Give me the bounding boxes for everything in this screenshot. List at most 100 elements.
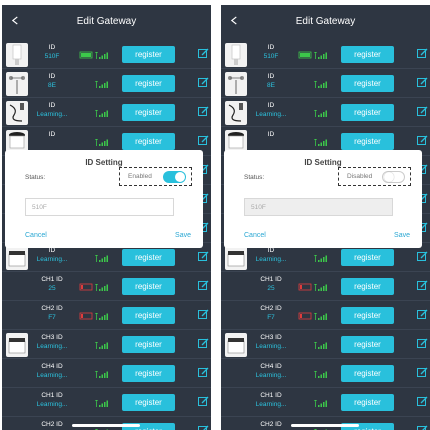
- cancel-button[interactable]: Cancel: [25, 232, 47, 239]
- cancel-button[interactable]: Cancel: [244, 232, 266, 239]
- register-button[interactable]: register: [341, 307, 394, 324]
- device-id-value: Learning...: [255, 256, 287, 263]
- device-id: CH2 ID: [29, 420, 75, 429]
- register-button[interactable]: register: [122, 133, 175, 150]
- battery-signal-icon: [79, 312, 108, 320]
- id-input: 510F: [244, 198, 393, 216]
- register-button[interactable]: register: [122, 394, 175, 411]
- register-button[interactable]: register: [341, 75, 394, 92]
- device-id-value: 510F: [263, 53, 279, 60]
- device-id-label: CH1 ID: [41, 392, 63, 399]
- edit-icon[interactable]: [198, 77, 209, 88]
- register-button[interactable]: register: [122, 307, 175, 324]
- status-switch[interactable]: [163, 171, 186, 183]
- sensor-thumbnail: [6, 43, 28, 67]
- battery-signal-icon: [79, 51, 108, 59]
- register-button[interactable]: register: [122, 46, 175, 63]
- device-row: CH1 ID 25 register: [2, 272, 211, 301]
- edit-icon[interactable]: [417, 251, 428, 262]
- edit-icon[interactable]: [198, 135, 209, 146]
- device-id-label: ID: [48, 44, 56, 51]
- edit-icon[interactable]: [198, 251, 209, 262]
- register-button[interactable]: register: [341, 394, 394, 411]
- battery-signal-icon: [79, 283, 108, 291]
- edit-icon[interactable]: [198, 309, 209, 320]
- register-button[interactable]: register: [122, 278, 175, 295]
- edit-icon[interactable]: [198, 280, 209, 291]
- edit-icon[interactable]: [417, 280, 428, 291]
- edit-icon[interactable]: [417, 135, 428, 146]
- page-title: Edit Gateway: [295, 16, 356, 27]
- edit-icon[interactable]: [198, 425, 209, 430]
- edit-icon[interactable]: [417, 425, 428, 430]
- device-id-value: Learning...: [36, 256, 68, 263]
- device-row: ID 510F register: [221, 40, 430, 69]
- sensor-thumbnail: [6, 246, 28, 270]
- edit-icon[interactable]: [417, 48, 428, 59]
- register-button[interactable]: register: [122, 249, 175, 266]
- device-row: ID 8E register: [221, 69, 430, 98]
- save-button[interactable]: Save: [175, 232, 191, 239]
- edit-icon[interactable]: [417, 338, 428, 349]
- device-id: CH3 ID Learning...: [248, 333, 294, 352]
- register-button[interactable]: register: [122, 336, 175, 353]
- save-button[interactable]: Save: [394, 232, 410, 239]
- sensor-thumbnail: [225, 246, 247, 270]
- switch-knob: [384, 172, 394, 182]
- register-button[interactable]: register: [122, 365, 175, 382]
- switch-knob: [175, 172, 185, 182]
- edit-icon[interactable]: [198, 48, 209, 59]
- device-id: ID Learning...: [248, 246, 294, 265]
- device-id-label: CH3 ID: [260, 334, 282, 341]
- register-button[interactable]: register: [341, 249, 394, 266]
- register-button[interactable]: register: [341, 278, 394, 295]
- device-id-label: ID: [267, 102, 275, 109]
- device-id: CH2 ID: [248, 420, 294, 429]
- edit-icon[interactable]: [417, 309, 428, 320]
- battery-signal-icon: [298, 312, 327, 320]
- status-toggle-text: Enabled: [128, 173, 152, 180]
- register-button[interactable]: register: [341, 133, 394, 150]
- device-id-value: Learning...: [255, 401, 287, 408]
- register-button[interactable]: register: [341, 365, 394, 382]
- id-input[interactable]: 510F: [25, 198, 174, 216]
- id-setting-dialog: ID Setting Status: Disabled 510F Cancel …: [224, 150, 422, 248]
- device-id: ID 8E: [29, 72, 75, 91]
- device-id-value: 25: [48, 285, 56, 292]
- edit-icon[interactable]: [417, 367, 428, 378]
- sensor-thumbnail: [6, 101, 28, 125]
- status-label: Status:: [25, 174, 46, 181]
- register-button[interactable]: register: [341, 46, 394, 63]
- device-id-label: CH1 ID: [260, 392, 282, 399]
- register-button[interactable]: register: [341, 104, 394, 121]
- device-id-label: ID: [267, 131, 275, 138]
- edit-icon[interactable]: [198, 396, 209, 407]
- device-id-value: Learning...: [255, 343, 287, 350]
- header: Edit Gateway: [221, 5, 430, 38]
- device-id-label: ID: [267, 44, 275, 51]
- register-button[interactable]: register: [122, 75, 175, 92]
- device-id-label: ID: [267, 73, 275, 80]
- device-id: CH1 ID 25: [29, 275, 75, 294]
- signal-icon: [95, 255, 108, 262]
- edit-icon[interactable]: [198, 367, 209, 378]
- edit-icon[interactable]: [198, 106, 209, 117]
- back-icon[interactable]: [230, 16, 239, 25]
- signal-icon: [95, 110, 108, 117]
- device-id: CH1 ID 25: [248, 275, 294, 294]
- edit-icon[interactable]: [417, 396, 428, 407]
- device-id-value: Learning...: [36, 111, 68, 118]
- device-row: CH2 ID F7 register: [2, 301, 211, 330]
- back-icon[interactable]: [11, 16, 20, 25]
- device-row: CH1 ID Learning... register: [2, 388, 211, 417]
- status-switch[interactable]: [382, 171, 405, 183]
- device-id: CH1 ID Learning...: [248, 391, 294, 410]
- device-row: CH3 ID Learning... register: [221, 330, 430, 359]
- register-button[interactable]: register: [341, 336, 394, 353]
- edit-icon[interactable]: [417, 106, 428, 117]
- sensor-thumbnail: [225, 72, 247, 96]
- edit-icon[interactable]: [417, 77, 428, 88]
- edit-icon[interactable]: [198, 338, 209, 349]
- register-button[interactable]: register: [122, 104, 175, 121]
- device-id-label: CH2 ID: [41, 421, 63, 428]
